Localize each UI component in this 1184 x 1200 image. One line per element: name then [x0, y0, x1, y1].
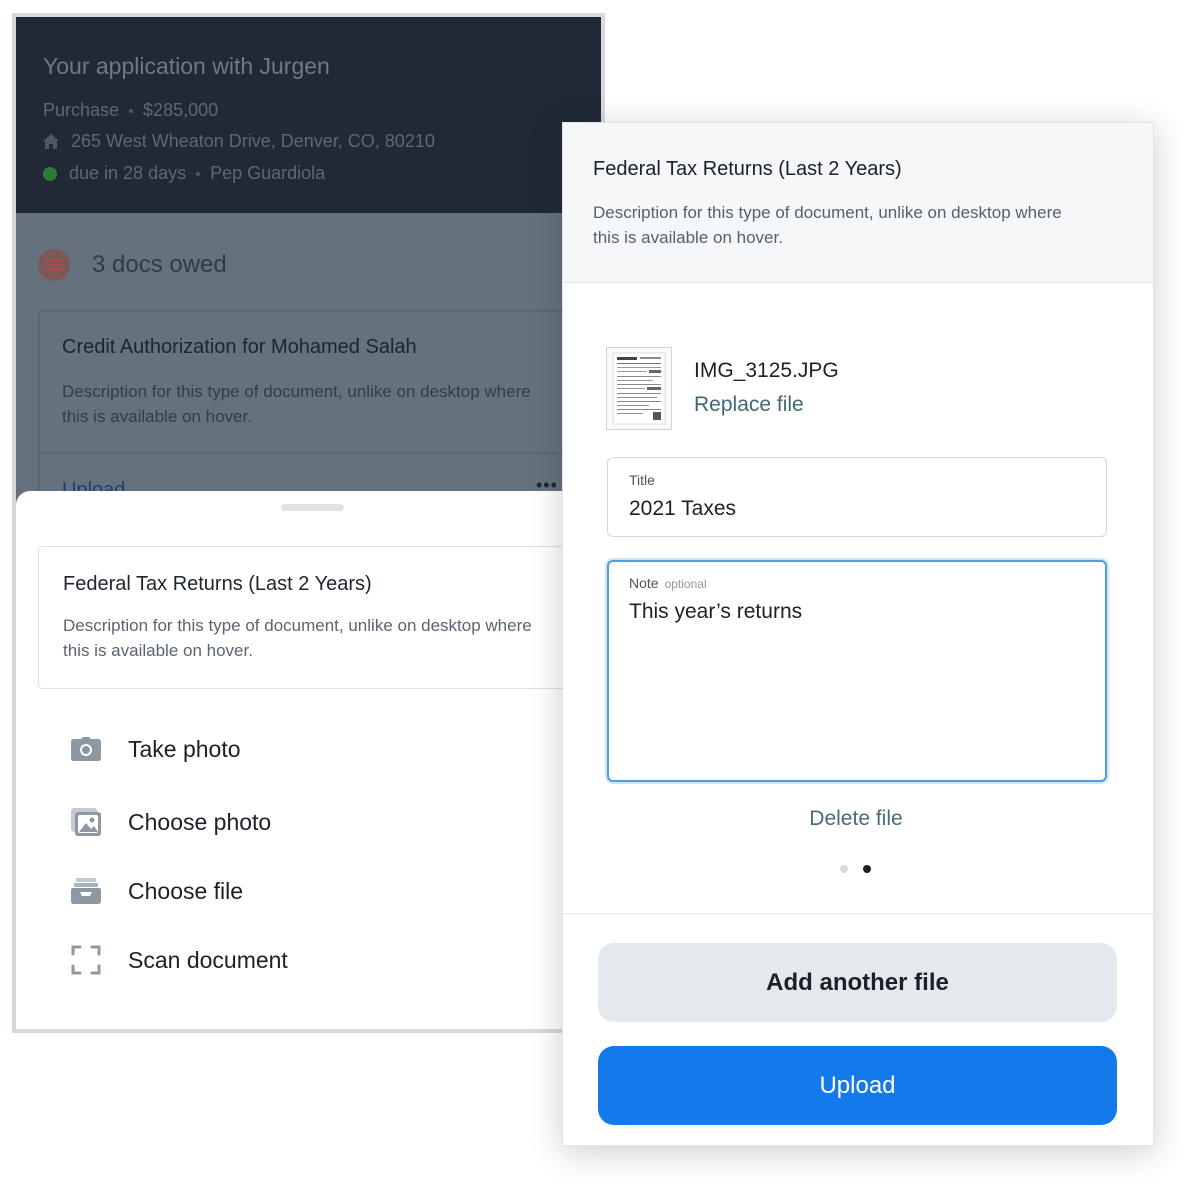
delete-file-button[interactable]: Delete file [563, 807, 1149, 831]
take-photo-label: Take photo [128, 735, 241, 762]
section-divider [563, 913, 1153, 914]
application-title: Your application with Jurgen [43, 53, 330, 79]
document-card: Credit Authorization for Mohamed Salah D… [38, 310, 598, 510]
docs-owed-row: 3 docs owed [38, 249, 227, 281]
application-header: Your application with Jurgen Purchase $2… [16, 17, 601, 213]
scan-frame-icon [70, 944, 102, 976]
pager-dot[interactable] [840, 865, 848, 873]
purchase-label: Purchase [43, 100, 120, 120]
take-photo-option[interactable]: Take photo [70, 733, 241, 765]
title-field-label: Title [629, 472, 655, 488]
background-phone-screen: Your application with Jurgen Purchase $2… [12, 13, 605, 1033]
file-thumbnail [606, 347, 672, 430]
checklist-icon [38, 249, 70, 281]
document-header: Federal Tax Returns (Last 2 Years) Descr… [563, 123, 1153, 283]
due-line: due in 28 days Pep Guardiola [43, 163, 325, 184]
due-text: due in 28 days [69, 163, 187, 183]
card-divider [40, 452, 596, 454]
agent-name: Pep Guardiola [210, 163, 326, 183]
status-dot-icon [43, 166, 57, 181]
pager-dot-active[interactable] [863, 865, 871, 873]
note-field-value[interactable]: This year’s returns [629, 600, 802, 624]
optional-hint: optional [664, 577, 707, 591]
document-description: Description for this type of document, u… [593, 203, 1062, 247]
choose-file-label: Choose file [128, 877, 244, 904]
upload-button[interactable]: Upload [598, 1046, 1117, 1125]
choose-file-option[interactable]: Choose file [70, 875, 243, 907]
replace-file-link[interactable]: Replace file [694, 393, 804, 417]
file-pager [840, 865, 886, 873]
choose-photo-label: Choose photo [128, 808, 272, 835]
home-icon [43, 134, 59, 149]
document-card: Federal Tax Returns (Last 2 Years) Descr… [38, 546, 598, 689]
note-textarea[interactable]: Note optional This year’s returns [607, 560, 1107, 782]
separator-dot [196, 171, 201, 176]
note-field-label: Note optional [629, 575, 707, 591]
address-line: 265 West Wheaton Drive, Denver, CO, 8021… [43, 131, 435, 152]
upload-options-sheet: Federal Tax Returns (Last 2 Years) Descr… [16, 491, 601, 1033]
title-input[interactable]: Title 2021 Taxes [607, 457, 1107, 537]
document-title: Federal Tax Returns (Last 2 Years) [63, 573, 372, 595]
purchase-line: Purchase $285,000 [43, 100, 218, 121]
property-address: 265 West Wheaton Drive, Denver, CO, 8021… [71, 131, 435, 151]
document-title: Federal Tax Returns (Last 2 Years) [593, 158, 902, 180]
scan-document-label: Scan document [128, 946, 288, 973]
title-field-value[interactable]: 2021 Taxes [629, 497, 736, 521]
camera-icon [70, 733, 102, 765]
separator-dot [129, 108, 134, 113]
sheet-drag-handle[interactable] [281, 504, 344, 511]
file-tray-icon [70, 875, 102, 907]
sheet-bottom-divider [66, 1029, 586, 1033]
scan-document-option[interactable]: Scan document [70, 944, 288, 976]
file-upload-screen: Federal Tax Returns (Last 2 Years) Descr… [562, 122, 1154, 1146]
note-label-text: Note [629, 575, 659, 591]
docs-owed-count: 3 docs owed [92, 251, 227, 278]
file-name: IMG_3125.JPG [694, 359, 839, 382]
document-description: Description for this type of document, u… [62, 382, 531, 426]
add-another-file-button[interactable]: Add another file [598, 943, 1117, 1022]
purchase-amount: $285,000 [143, 100, 219, 120]
choose-photo-option[interactable]: Choose photo [70, 806, 271, 838]
document-title: Credit Authorization for Mohamed Salah [62, 336, 417, 358]
document-preview-icon [612, 352, 666, 425]
image-gallery-icon [70, 806, 102, 838]
document-description: Description for this type of document, u… [63, 616, 532, 660]
